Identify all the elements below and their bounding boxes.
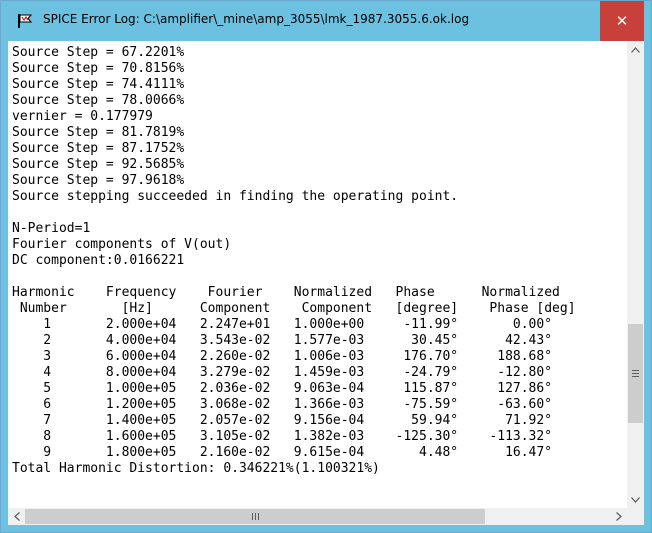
log-line: Source Step = 67.2201% (12, 45, 185, 60)
log-line: Source Step = 97.9618% (12, 173, 185, 188)
log-line: 7 1.400e+05 2.057e-02 9.156e-04 59.94° 7… (12, 413, 553, 428)
vertical-scrollbar[interactable] (627, 41, 644, 508)
scrollbar-corner (627, 508, 644, 525)
log-line: 2 4.000e+04 3.543e-02 1.577e-03 30.45° 4… (12, 333, 553, 348)
log-line: Source stepping succeeded in finding the… (12, 189, 459, 204)
log-line: DC component:0.0166221 (12, 253, 185, 268)
log-line: 3 6.000e+04 2.260e-02 1.006e-03 176.70° … (12, 349, 553, 364)
close-icon: ✕ (615, 11, 629, 30)
log-line: Source Step = 74.4111% (12, 77, 185, 92)
log-line: Number [Hz] Component Component [degree]… (12, 301, 576, 316)
title-bar[interactable]: SPICE Error Log: C:\amplifier\_mine\amp_… (1, 1, 651, 41)
arrow-left-icon (13, 512, 20, 521)
log-line: 4 8.000e+04 3.279e-02 1.459e-03 -24.79° … (12, 365, 553, 380)
log-line: Source Step = 92.5685% (12, 157, 185, 172)
scroll-down-button[interactable] (627, 491, 644, 508)
scroll-right-button[interactable] (610, 508, 627, 525)
close-button[interactable]: ✕ (600, 1, 644, 41)
log-line: 8 1.600e+05 3.105e-02 1.382e-03 -125.30°… (12, 429, 553, 444)
log-line: Source Step = 87.1752% (12, 141, 185, 156)
log-line: Total Harmonic Distortion: 0.346221%(1.1… (12, 461, 380, 476)
log-line: Source Step = 78.0066% (12, 93, 185, 108)
arrow-down-icon (631, 496, 640, 503)
window-title: SPICE Error Log: C:\amplifier\_mine\amp_… (43, 12, 470, 26)
log-line: 6 1.200e+05 3.068e-02 1.366e-03 -75.59° … (12, 397, 553, 412)
scroll-up-button[interactable] (627, 41, 644, 58)
horizontal-scrollbar[interactable] (8, 508, 627, 525)
horizontal-scroll-thumb[interactable] (25, 509, 485, 524)
log-line: 9 1.800e+05 2.160e-02 9.615e-04 4.48° 16… (12, 445, 553, 460)
log-line: vernier = 0.177979 (12, 109, 153, 124)
log-line: Fourier components of V(out) (12, 237, 232, 252)
arrow-right-icon (615, 512, 622, 521)
arrow-up-icon (631, 46, 640, 53)
log-line: Source Step = 70.8156% (12, 61, 185, 76)
log-text-area[interactable]: Source Step = 67.2201% Source Step = 70.8… (12, 45, 622, 505)
log-viewer[interactable]: Source Step = 67.2201% Source Step = 70.8… (8, 41, 644, 525)
log-line: N-Period=1 (12, 221, 91, 236)
vertical-scroll-thumb[interactable] (628, 324, 643, 423)
scroll-left-button[interactable] (8, 508, 25, 525)
spice-error-log-window: SPICE Error Log: C:\amplifier\_mine\amp_… (0, 0, 652, 533)
log-line: 5 1.000e+05 2.036e-02 9.063e-04 115.87° … (12, 381, 553, 396)
log-line: Source Step = 81.7819% (12, 125, 185, 140)
log-line: Harmonic Frequency Fourier Normalized Ph… (12, 285, 560, 300)
grip-icon (632, 370, 639, 377)
spice-app-icon (18, 14, 33, 28)
log-line: 1 2.000e+04 2.247e+01 1.000e+00 -11.99° … (12, 317, 553, 332)
grip-icon (251, 513, 259, 520)
